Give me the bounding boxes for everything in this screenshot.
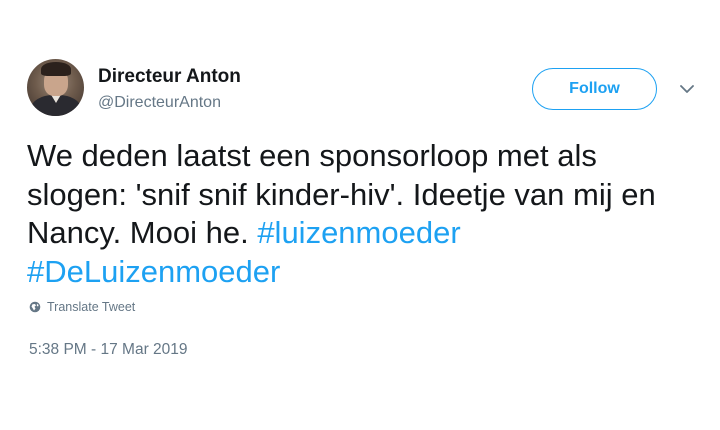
user-handle[interactable]: @DirecteurAnton: [98, 94, 221, 112]
hashtag-link[interactable]: #luizenmoeder: [257, 215, 460, 250]
chevron-down-icon[interactable]: [680, 82, 694, 96]
avatar-hair: [41, 62, 71, 76]
tweet-card: Directeur Anton @DirecteurAnton Follow W…: [0, 0, 720, 430]
tweet-text: We deden laatst een sponsorloop met als …: [27, 137, 687, 291]
globe-icon: [29, 301, 41, 313]
chevron-down-glyph: [680, 84, 694, 93]
translate-tweet-link[interactable]: Translate Tweet: [29, 300, 135, 314]
timestamp[interactable]: 5:38 PM - 17 Mar 2019: [29, 341, 188, 359]
translate-label: Translate Tweet: [47, 300, 136, 314]
hashtag-link[interactable]: #DeLuizenmoeder: [27, 254, 280, 289]
follow-button[interactable]: Follow: [532, 68, 657, 110]
display-name[interactable]: Directeur Anton: [98, 66, 241, 88]
avatar[interactable]: [27, 59, 84, 116]
